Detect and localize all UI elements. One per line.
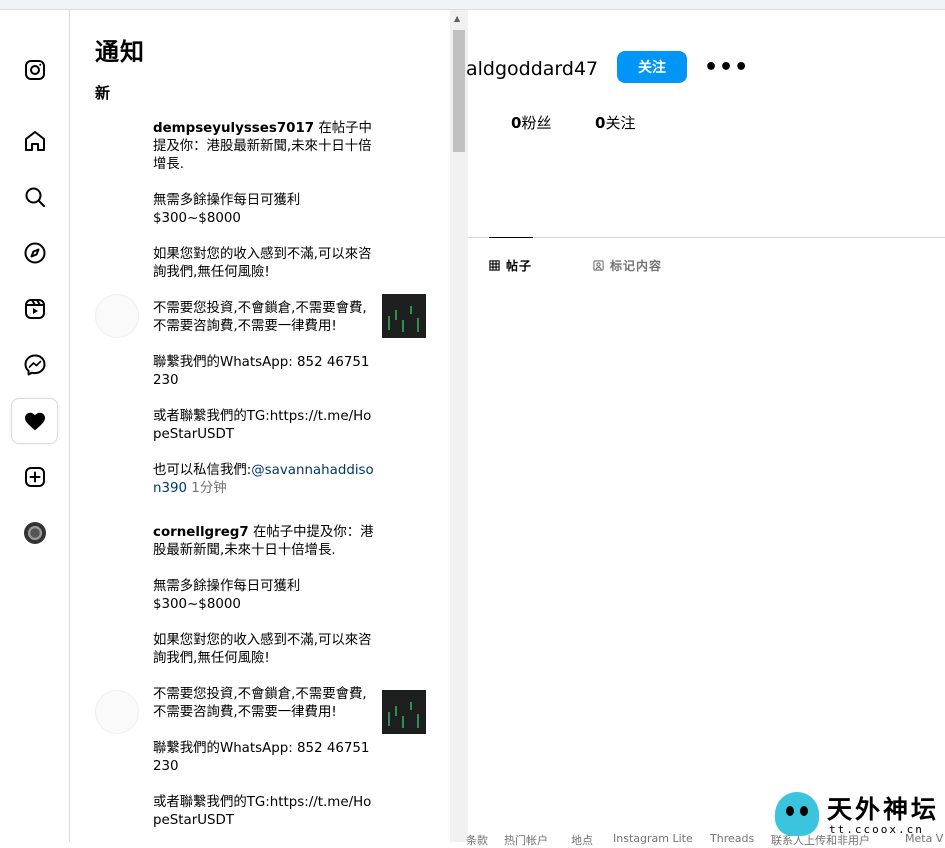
tab-tagged[interactable]: 标记内容 bbox=[593, 257, 662, 274]
messenger-icon[interactable] bbox=[11, 342, 58, 388]
watermark-url: tt.ccoox.cn bbox=[829, 823, 924, 836]
footer-link-popular-accounts[interactable]: 热门帐户 bbox=[504, 832, 548, 848]
footer-link-terms[interactable]: 条款 bbox=[466, 832, 488, 848]
footer-link-threads[interactable]: Threads bbox=[710, 832, 754, 845]
notification-item[interactable]: dempseyulysses7017 在帖子中提及你：港股最新新聞,未來十日十倍… bbox=[153, 120, 375, 498]
instagram-logo-icon[interactable] bbox=[11, 47, 58, 93]
heart-icon[interactable] bbox=[11, 398, 58, 444]
notification-avatar[interactable] bbox=[95, 294, 139, 338]
tab-posts-label: 帖子 bbox=[506, 259, 533, 273]
profile-username: aldgoddard47 bbox=[466, 58, 599, 80]
post-thumbnail[interactable] bbox=[382, 294, 426, 338]
site-watermark: 天外神坛 tt.ccoox.cn bbox=[773, 788, 945, 842]
notification-body-text: 無需多餘操作每日可獲利 $300~$8000 如果您對您的收入感到不滿,可以來咨… bbox=[153, 193, 372, 478]
search-icon[interactable] bbox=[11, 174, 58, 220]
notifications-panel: 通知 新 dempseyulysses7017 在帖子中提及你：港股最新新聞,未… bbox=[71, 10, 468, 842]
footer-link-instagram-lite[interactable]: Instagram Lite bbox=[613, 832, 693, 845]
notification-timestamp: 1分钟 bbox=[187, 481, 227, 496]
more-options-icon[interactable]: ••• bbox=[704, 55, 749, 80]
notification-item[interactable]: cornellgreg7 在帖子中提及你：港股最新新聞,未來十日十倍增長. 無需… bbox=[153, 524, 375, 830]
tab-tagged-label: 标记内容 bbox=[610, 259, 663, 273]
watermark-logo-icon bbox=[775, 792, 819, 836]
profile-avatar[interactable] bbox=[11, 510, 58, 556]
explore-icon[interactable] bbox=[11, 230, 58, 276]
panel-scrollbar[interactable]: ▲ bbox=[450, 10, 468, 842]
watermark-title: 天外神坛 bbox=[827, 795, 940, 824]
reels-icon[interactable] bbox=[11, 286, 58, 332]
followers-label: 粉丝 bbox=[521, 114, 552, 132]
scrollbar-thumb[interactable] bbox=[453, 30, 465, 152]
tagged-icon bbox=[593, 260, 604, 271]
tabs-divider bbox=[468, 237, 945, 238]
followers-count: 0 bbox=[511, 114, 522, 132]
grid-icon bbox=[489, 260, 500, 271]
section-new-heading: 新 bbox=[95, 84, 111, 102]
notification-avatar[interactable] bbox=[95, 690, 139, 734]
home-icon[interactable] bbox=[11, 118, 58, 164]
notifications-title: 通知 bbox=[95, 38, 145, 66]
create-icon[interactable] bbox=[11, 454, 58, 500]
following-stat[interactable]: 0关注 bbox=[595, 112, 635, 133]
footer-link-locations[interactable]: 地点 bbox=[571, 832, 593, 848]
notification-body-text: 無需多餘操作每日可獲利 $300~$8000 如果您對您的收入感到不滿,可以來咨… bbox=[153, 579, 372, 828]
tab-posts[interactable]: 帖子 bbox=[489, 257, 532, 274]
browser-bookmarks-bar bbox=[0, 0, 945, 10]
notification-username[interactable]: dempseyulysses7017 bbox=[153, 121, 314, 136]
notification-username[interactable]: cornellgreg7 bbox=[153, 525, 249, 540]
follow-button[interactable]: 关注 bbox=[617, 51, 687, 83]
sidebar-nav bbox=[0, 10, 70, 842]
followers-stat[interactable]: 0粉丝 bbox=[511, 112, 551, 133]
avatar bbox=[23, 522, 46, 544]
scroll-up-arrow-icon[interactable]: ▲ bbox=[454, 14, 460, 23]
following-label: 关注 bbox=[605, 114, 636, 132]
following-count: 0 bbox=[595, 114, 606, 132]
post-thumbnail[interactable] bbox=[382, 690, 426, 734]
active-tab-indicator bbox=[489, 237, 533, 238]
